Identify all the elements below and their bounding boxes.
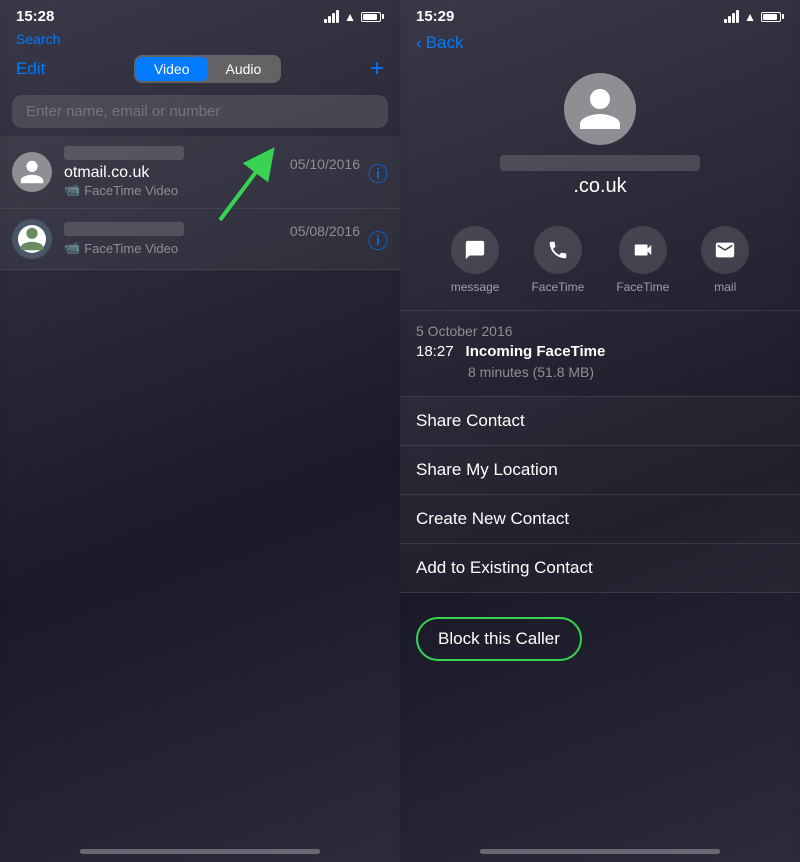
back-label: Back [426,33,464,53]
call-name-blurred-2 [64,222,184,236]
call-detail-time-row: 18:27 Incoming FaceTime [416,343,784,360]
add-existing-contact-item[interactable]: Add to Existing Contact [400,543,800,593]
share-contact-item[interactable]: Share Contact [400,396,800,445]
contact-header: .co.uk [400,61,800,214]
contact-domain: .co.uk [573,175,626,198]
call-info-2: 05/08/2016 📹 FaceTime Video [64,222,360,256]
home-indicator-left [80,849,320,854]
contact-name-blurred [500,155,700,171]
info-icon-1[interactable]: ⓘ [368,158,388,187]
call-avatar-2 [12,219,52,259]
mail-label: mail [714,280,736,294]
chevron-left-icon: ‹ [416,33,422,53]
call-name-partial-1: otmail.co.uk [64,164,149,181]
search-bar[interactable] [12,95,388,128]
call-date-2: 05/08/2016 [290,223,360,239]
action-facetime-video[interactable]: FaceTime [616,226,669,294]
action-facetime-audio[interactable]: FaceTime [531,226,584,294]
mail-button[interactable] [701,226,749,274]
message-label: message [451,280,500,294]
search-input[interactable] [26,103,374,120]
action-list: Share Contact Share My Location Create N… [400,396,800,593]
search-nav[interactable]: Search [0,29,400,51]
call-name-row-1: otmail.co.uk 05/10/2016 [64,146,360,182]
segment-audio[interactable]: Audio [208,57,280,81]
call-info-1: otmail.co.uk 05/10/2016 📹 FaceTime Video [64,146,360,198]
call-avatar-1 [12,152,52,192]
wifi-icon-right: ▲ [744,10,756,24]
action-mail[interactable]: mail [701,226,749,294]
status-icons-left: ▲ [324,10,384,24]
action-message[interactable]: message [451,226,500,294]
add-button[interactable]: + [370,57,384,81]
block-caller-button[interactable]: Block this Caller [416,617,582,661]
battery-icon [361,12,384,22]
facetime-video-button[interactable] [619,226,667,274]
call-detail-time: 18:27 [416,343,454,360]
right-panel: 15:29 ▲ ‹ Back [400,0,800,862]
facetime-audio-label: FaceTime [531,280,584,294]
time-right: 15:29 [416,8,454,25]
left-panel: 15:28 ▲ Search Edit [0,0,400,862]
facetime-video-label: FaceTime [616,280,669,294]
edit-button[interactable]: Edit [16,59,45,79]
call-list: otmail.co.uk 05/10/2016 📹 FaceTime Video… [0,136,400,493]
call-detail-date: 5 October 2016 [416,323,784,339]
status-icons-right: ▲ [724,10,784,24]
call-type-2: 📹 FaceTime Video [64,240,360,256]
battery-icon-right [761,12,784,22]
back-button[interactable]: ‹ Back [400,29,800,61]
block-section: Block this Caller [400,617,800,661]
action-buttons: message FaceTime FaceTime mail [400,214,800,310]
call-type-label-1: FaceTime Video [84,183,178,198]
status-bar-right: 15:29 ▲ [400,0,800,29]
call-name-row-2: 05/08/2016 [64,222,360,240]
call-item-1[interactable]: otmail.co.uk 05/10/2016 📹 FaceTime Video… [0,136,400,209]
call-name-blurred-1 [64,146,184,160]
contact-avatar [564,73,636,145]
wifi-icon: ▲ [344,10,356,24]
signal-icon-right [724,10,739,23]
segment-control: Video Audio [134,55,281,83]
call-detail-section: 5 October 2016 18:27 Incoming FaceTime 8… [400,310,800,388]
facetime-audio-button[interactable] [534,226,582,274]
call-item-2[interactable]: 05/08/2016 📹 FaceTime Video ⓘ [0,209,400,270]
status-bar-left: 15:28 ▲ [0,0,400,29]
call-type-1: 📹 FaceTime Video [64,182,360,198]
info-icon-2[interactable]: ⓘ [368,225,388,254]
call-type-label-2: FaceTime Video [84,241,178,256]
share-location-item[interactable]: Share My Location [400,445,800,494]
time-left: 15:28 [16,8,54,25]
message-button[interactable] [451,226,499,274]
segment-video[interactable]: Video [136,57,208,81]
search-nav-label: Search [16,31,60,47]
create-contact-item[interactable]: Create New Contact [400,494,800,543]
home-indicator-right [480,849,720,854]
call-detail-duration: 8 minutes (51.8 MB) [416,364,784,380]
top-bar: Edit Video Audio + [0,51,400,91]
call-detail-type: Incoming FaceTime [466,343,606,360]
call-date-1: 05/10/2016 [290,156,360,172]
signal-icon [324,10,339,23]
